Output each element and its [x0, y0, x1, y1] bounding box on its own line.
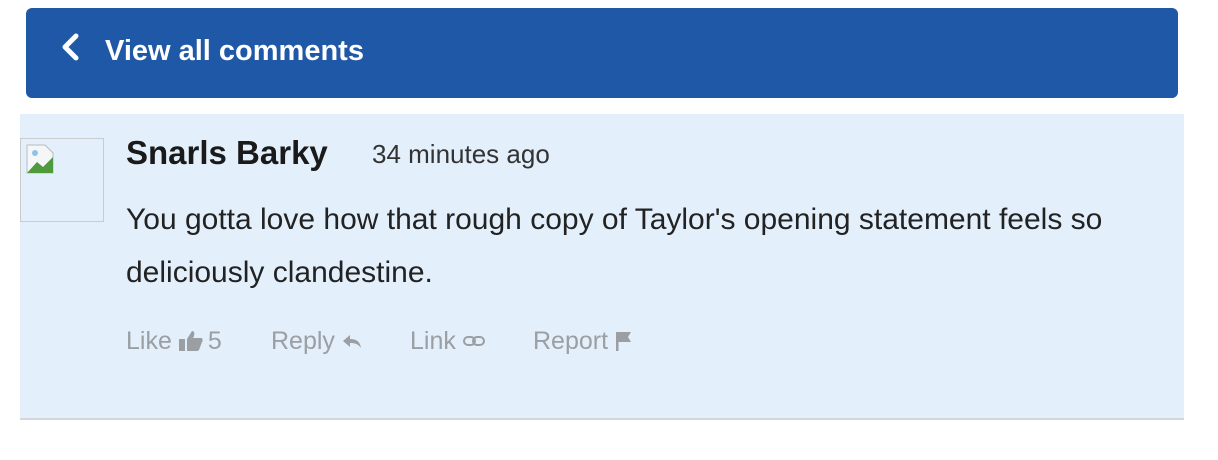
comment-author[interactable]: Snarls Barky	[126, 134, 328, 172]
flag-icon	[616, 332, 632, 351]
comment-timestamp: 34 minutes ago	[372, 139, 550, 169]
reply-button[interactable]: Reply	[271, 324, 363, 358]
chevron-left-icon[interactable]	[58, 32, 82, 62]
thumbs-up-icon	[178, 331, 203, 351]
reply-label: Reply	[271, 327, 335, 355]
link-button[interactable]: Link	[410, 324, 486, 358]
report-label: Report	[533, 327, 609, 355]
like-count: 5	[207, 327, 222, 355]
avatar[interactable]	[20, 138, 104, 222]
like-button[interactable]: Like 5	[126, 324, 222, 358]
reply-arrow-icon	[342, 335, 361, 348]
broken-image-icon	[26, 144, 54, 174]
view-all-comments-label[interactable]: View all comments	[105, 33, 364, 69]
comment-text: You gotta love how that rough copy of Ta…	[126, 203, 1103, 289]
report-button[interactable]: Report	[533, 324, 634, 358]
link-label: Link	[410, 327, 456, 355]
chain-link-icon	[462, 336, 485, 346]
like-label: Like	[126, 327, 172, 355]
